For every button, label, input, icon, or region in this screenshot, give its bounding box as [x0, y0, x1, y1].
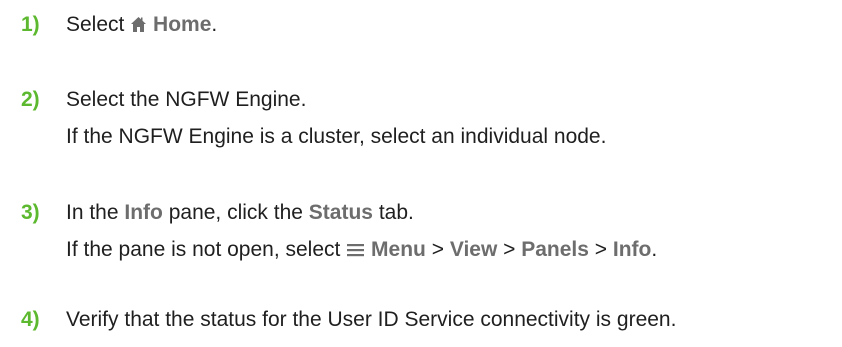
step-3-text: In the Info pane, click the Status tab.	[66, 201, 414, 225]
text-fragment: In the	[66, 201, 125, 224]
text-fragment: pane, click the	[162, 201, 309, 224]
ui-term-info: Info	[124, 201, 163, 224]
step-1-text: Select Home.	[66, 13, 217, 39]
step-2-text: Select the NGFW Engine.	[66, 88, 307, 111]
step-number: 4)	[21, 308, 40, 331]
path-separator: >	[425, 238, 450, 261]
ui-term-home: Home	[153, 13, 212, 36]
ui-term-menu: Menu	[371, 238, 426, 261]
text-fragment: .	[211, 13, 218, 36]
ui-term-status: Status	[308, 201, 373, 224]
text-fragment: Select	[66, 13, 131, 36]
ui-term-panels: Panels	[521, 238, 589, 261]
menu-icon	[346, 240, 365, 264]
path-separator: >	[588, 238, 613, 261]
step-number: 3)	[21, 201, 40, 224]
step-number: 1)	[21, 13, 40, 36]
step-number: 2)	[21, 88, 40, 111]
text-fragment: If the pane is not open, select	[66, 238, 347, 261]
step-4-text: Verify that the status for the User ID S…	[66, 308, 677, 331]
step-3-note: If the pane is not open, select Menu > V…	[66, 238, 657, 264]
text-fragment: tab.	[372, 201, 414, 224]
path-separator: >	[497, 238, 522, 261]
step-2-note: If the NGFW Engine is a cluster, select …	[66, 125, 607, 148]
text-fragment: .	[651, 238, 658, 261]
ui-term-info: Info	[612, 238, 652, 261]
ui-term-view: View	[449, 238, 498, 261]
home-icon	[130, 15, 147, 39]
